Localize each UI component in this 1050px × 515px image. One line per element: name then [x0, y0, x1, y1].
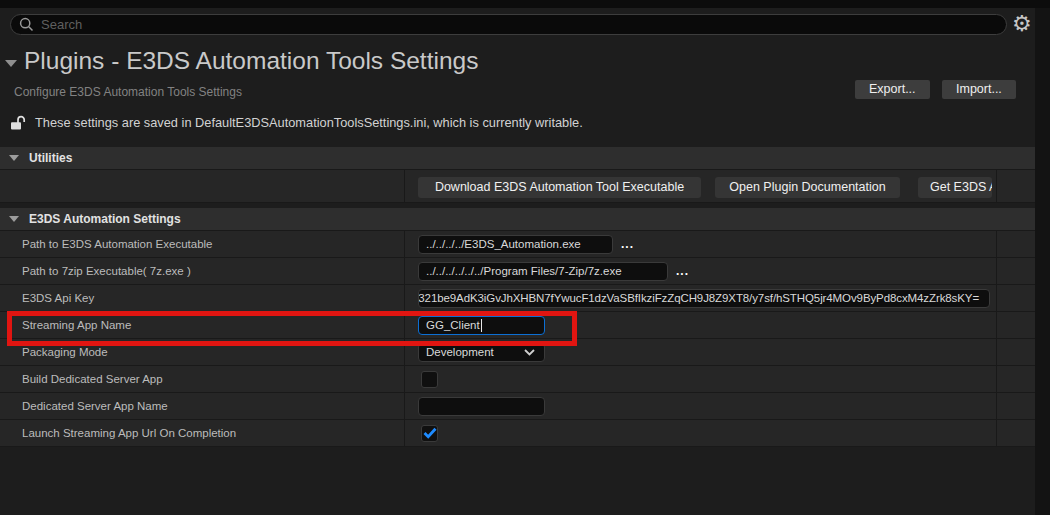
browse-7zip-button[interactable]: ...: [676, 264, 689, 278]
path-e3ds-input[interactable]: ../../../../E3DS_Automation.exe: [418, 235, 613, 254]
search-input[interactable]: Search: [10, 14, 1007, 35]
settings-gear-icon[interactable]: ⚙: [1012, 10, 1032, 38]
export-button[interactable]: Export...: [855, 80, 930, 99]
launch-url-checkbox[interactable]: [421, 425, 438, 442]
check-icon: [423, 427, 437, 439]
api-key-input[interactable]: 321be9AdK3iGvJhXHBN7fYwucF1dzVaSBfIkziFz…: [418, 289, 990, 308]
settings-table: Utilities Download E3DS Automation Tool …: [0, 147, 1035, 447]
dedicated-server-name-input[interactable]: [418, 397, 545, 416]
get-e3ds-button[interactable]: Get E3DS A: [918, 177, 992, 198]
config-file-text: These settings are saved in DefaultE3DSA…: [35, 115, 583, 130]
path-7zip-input[interactable]: ../../../../../../Program Files/7-Zip/7z…: [418, 262, 668, 281]
window-top-edge: [0, 0, 1050, 8]
page-subtitle: Configure E3DS Automation Tools Settings: [14, 85, 242, 99]
chevron-down-icon: [524, 349, 535, 356]
row-path-7zip: Path to 7zip Executable( 7z.exe ) ../../…: [0, 258, 1035, 285]
row-launch-url: Launch Streaming App Url On Completion: [0, 420, 1035, 447]
utilities-button-row: Download E3DS Automation Tool Executable…: [0, 170, 1035, 203]
download-tool-button[interactable]: Download E3DS Automation Tool Executable: [418, 177, 701, 198]
search-placeholder: Search: [41, 17, 82, 32]
open-docs-button[interactable]: Open Plugin Documentation: [715, 177, 900, 198]
search-icon: [19, 17, 34, 32]
row-api-key: E3DS Api Key 321be9AdK3iGvJhXHBN7fYwucF1…: [0, 285, 1035, 312]
row-dedicated-server-name: Dedicated Server App Name: [0, 393, 1035, 420]
import-button[interactable]: Import...: [942, 80, 1016, 99]
build-dedicated-server-checkbox[interactable]: [421, 371, 438, 388]
page-title: Plugins - E3DS Automation Tools Settings: [24, 47, 478, 75]
annotation-highlight-box: [7, 311, 577, 346]
section-automation-settings[interactable]: E3DS Automation Settings: [0, 208, 1035, 231]
section-utilities[interactable]: Utilities: [0, 147, 1035, 170]
settings-window: Search ⚙ Plugins - E3DS Automation Tools…: [0, 0, 1050, 515]
row-build-dedicated-server: Build Dedicated Server App: [0, 366, 1035, 393]
row-path-e3ds: Path to E3DS Automation Executable ../..…: [0, 231, 1035, 258]
utilities-collapse-icon[interactable]: [9, 155, 19, 161]
config-file-info: These settings are saved in DefaultE3DSA…: [10, 115, 583, 130]
browse-e3ds-button[interactable]: ...: [621, 237, 634, 251]
title-collapse-icon[interactable]: [5, 60, 17, 67]
automation-collapse-icon[interactable]: [9, 216, 19, 222]
unlock-icon: [10, 115, 27, 130]
